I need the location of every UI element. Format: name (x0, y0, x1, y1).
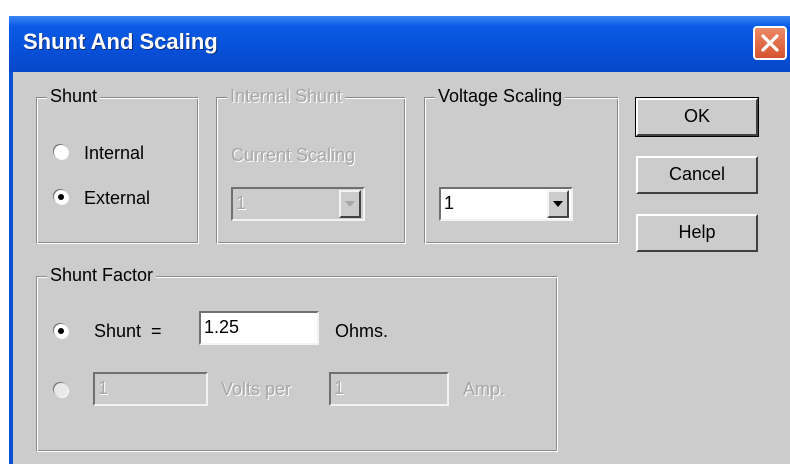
amp-input[interactable]: 1 (329, 372, 449, 406)
title-bar[interactable]: Shunt And Scaling (9, 16, 790, 72)
current-scaling-value: 1 (236, 193, 247, 213)
dialog-window: Shunt And Scaling Shunt Internal Externa… (9, 16, 790, 464)
voltage-scaling-value: 1 (444, 193, 455, 213)
internal-radio-label[interactable]: Internal (84, 141, 144, 165)
ohms-unit-label: Ohms. (335, 321, 389, 341)
shunt-ohms-value: 1.25 (204, 317, 240, 337)
close-button[interactable] (753, 26, 787, 60)
shunt-equals-label: Shunt = (94, 321, 162, 341)
amp-label: Amp. (463, 379, 506, 399)
shunt-ohms-input[interactable]: 1.25 (199, 311, 319, 345)
shunt-factor-legend: Shunt Factor (47, 263, 157, 287)
shunt-group-legend: Shunt (47, 84, 101, 108)
internal-radio[interactable] (54, 145, 68, 159)
volts-input[interactable]: 1 (93, 372, 208, 406)
internal-shunt-group: Internal Shunt Current Scaling 1 (216, 84, 406, 244)
cancel-button[interactable]: Cancel (636, 156, 758, 194)
help-button[interactable]: Help (636, 214, 758, 252)
ok-button[interactable]: OK (635, 97, 759, 137)
internal-shunt-legend: Internal Shunt (227, 84, 346, 108)
chevron-down-icon (553, 201, 563, 207)
current-scaling-dropdown-button[interactable] (339, 190, 361, 218)
shunt-factor-group: Shunt Factor Shunt = 1.25 Ohms. 1 Volts … (36, 263, 558, 452)
voltage-scaling-dropdown-button[interactable] (547, 190, 569, 218)
volts-per-amp-radio[interactable] (54, 383, 68, 397)
voltage-scaling-legend: Voltage Scaling (435, 84, 566, 108)
dialog-body: Shunt Internal External Internal Shunt C… (13, 72, 790, 464)
current-scaling-label: Current Scaling (231, 145, 356, 165)
current-scaling-select[interactable]: 1 (231, 187, 365, 221)
shunt-group: Shunt Internal External (36, 84, 199, 244)
external-radio-dot (58, 194, 64, 200)
external-radio[interactable] (54, 190, 68, 204)
chevron-down-icon (345, 201, 355, 207)
close-icon (761, 34, 779, 52)
external-radio-label[interactable]: External (84, 186, 150, 210)
voltage-scaling-group: Voltage Scaling 1 (424, 84, 619, 244)
volts-value: 1 (98, 378, 109, 398)
volts-per-label: Volts per (221, 379, 292, 399)
amp-value: 1 (334, 378, 345, 398)
voltage-scaling-select[interactable]: 1 (439, 187, 573, 221)
dialog-title: Shunt And Scaling (23, 29, 218, 54)
shunt-ohms-radio[interactable] (54, 324, 68, 338)
shunt-ohms-radio-dot (58, 328, 64, 334)
